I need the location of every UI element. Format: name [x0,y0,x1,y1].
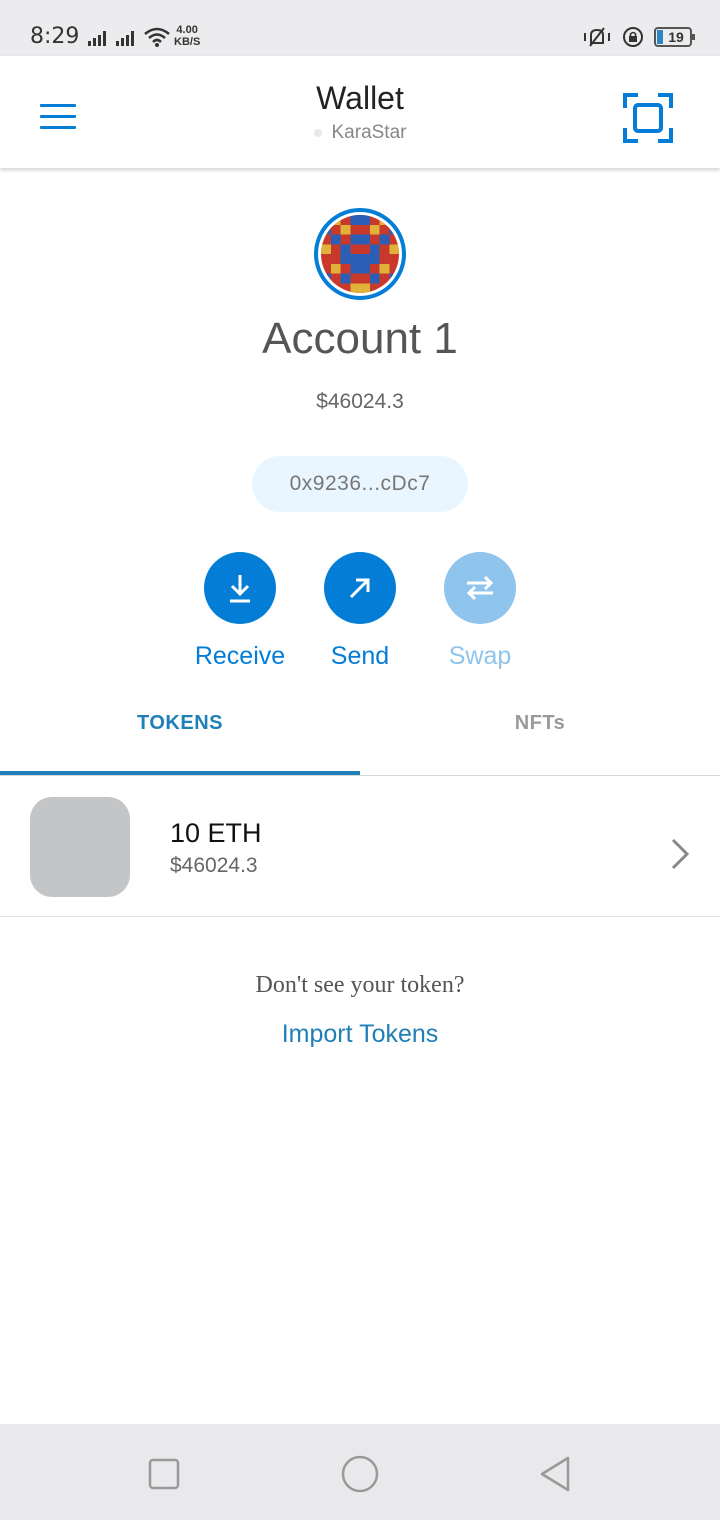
token-fiat-value: $46024.3 [170,854,258,877]
network-speed: 4.00 KB/S [174,24,200,48]
wifi-icon [144,27,170,47]
net-speed-unit: KB/S [174,36,201,48]
token-row[interactable]: 10 ETH $46024.3 [0,776,720,917]
battery-icon: 19 [654,27,695,47]
account-name[interactable]: Account 1 [0,314,720,364]
receive-button-circle[interactable] [204,552,276,624]
recents-square-icon[interactable] [144,1454,184,1494]
status-right: 19 [582,26,695,48]
download-arrow-icon [230,575,250,603]
signal-icon [88,30,106,46]
status-bar: 8:29 4.00 KB/S 19 [0,0,720,56]
back-triangle-icon[interactable] [536,1454,576,1494]
network-name[interactable]: KaraStar [0,122,720,144]
receive-label: Receive [194,642,286,670]
network-status-dot [313,128,322,137]
app-header: Wallet KaraStar [0,56,720,168]
send-label: Send [330,642,390,670]
network-label: KaraStar [331,122,407,143]
send-button[interactable]: Send [300,552,420,671]
dont-see-token-text: Don't see your token? [255,972,465,998]
net-speed-value: 4.00 [176,24,198,36]
account-address[interactable]: 0x9236...cDc7 [252,456,468,512]
vibrate-icon [584,27,610,47]
token-icon [30,797,130,897]
swap-label: Swap [448,642,512,670]
chevron-right-icon [671,838,690,870]
import-tokens-link[interactable]: Import Tokens [0,1020,720,1049]
lock-rotation-icon [623,27,643,47]
receive-button[interactable]: Receive [180,552,300,671]
identicon [321,215,399,293]
account-balance: $46024.3 [316,390,404,413]
tab-nfts[interactable]: NFTs [360,712,720,735]
home-circle-icon[interactable] [340,1454,380,1494]
token-amount: 10 ETH [170,818,262,848]
swap-button[interactable]: Swap [420,552,540,671]
swap-arrows-icon [466,575,494,601]
swap-button-circle[interactable] [444,552,516,624]
battery-level: 19 [668,29,684,45]
send-button-circle[interactable] [324,552,396,624]
signal-icon [116,30,134,46]
account-avatar[interactable] [314,208,406,300]
tab-active-indicator [0,771,360,775]
tab-tokens[interactable]: TOKENS [0,712,360,735]
system-nav-bar [0,1424,720,1520]
qr-scan-icon[interactable] [622,92,674,144]
status-time: 8:29 [30,24,80,49]
page-title: Wallet [316,80,404,116]
diagonal-arrow-icon [349,578,370,599]
